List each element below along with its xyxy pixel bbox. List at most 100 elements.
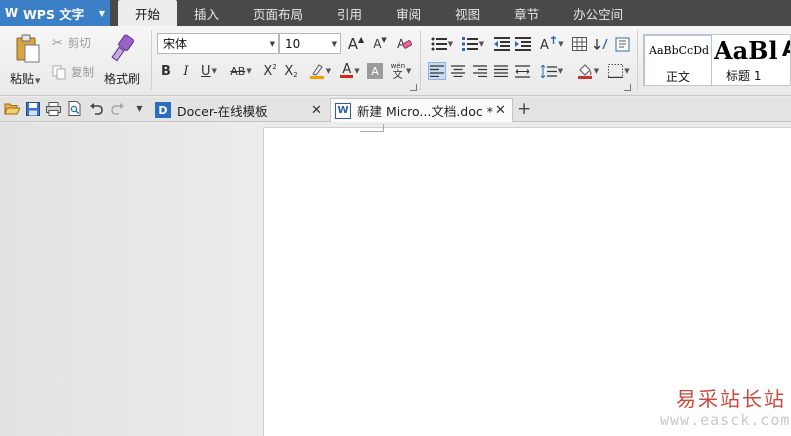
strikethrough-button[interactable]: AB ▼ <box>226 62 256 80</box>
tab-bar: ▼ D Docer-在线模板 ✕ W 新建 Micro...文档.doc * ✕… <box>0 97 791 122</box>
superscript-icon: X <box>263 63 273 79</box>
grow-font-button[interactable]: A ▲ <box>347 35 365 53</box>
customize-quick-access-button[interactable]: ▼ <box>131 100 148 117</box>
group-separator <box>420 30 421 90</box>
style-heading-2[interactable]: A <box>782 35 790 85</box>
print-button[interactable] <box>45 100 62 117</box>
shrink-font-button[interactable]: A ▼ <box>371 35 389 53</box>
chevron-down-icon: ▼ <box>478 40 485 48</box>
chevron-down-icon: ▼ <box>325 67 332 75</box>
underline-button[interactable]: U ▼ <box>197 62 221 80</box>
svg-text:A: A <box>540 38 549 52</box>
highlight-button[interactable]: ▼ <box>307 62 333 80</box>
doc-tab-docer[interactable]: D Docer-在线模板 ✕ <box>151 98 329 122</box>
open-button[interactable] <box>3 100 20 117</box>
tab-home[interactable]: 开始 <box>118 0 178 26</box>
tab-insert[interactable]: 插入 <box>177 0 236 26</box>
bullet-list-button[interactable]: ▼ <box>428 35 456 53</box>
close-icon[interactable]: ✕ <box>311 103 322 118</box>
bold-icon: B <box>161 63 171 79</box>
table-button[interactable] <box>570 35 588 53</box>
bullet-list-icon <box>431 37 447 51</box>
decrease-indent-button[interactable] <box>493 35 511 53</box>
align-right-button[interactable] <box>471 62 489 80</box>
style-normal-preview: AaBbCcDd <box>649 44 710 57</box>
close-icon[interactable]: ✕ <box>495 103 506 118</box>
copy-button[interactable]: 复制 <box>52 64 94 80</box>
font-name-combo[interactable]: 宋体 ▼ <box>157 33 279 54</box>
format-painter-label: 格式刷 <box>104 72 141 86</box>
app-menu-button[interactable]: W WPS 文字 ▼ <box>0 0 110 26</box>
cut-button[interactable]: ✂ 剪切 <box>52 35 91 51</box>
paste-label: 粘贴 <box>10 72 35 86</box>
chevron-down-icon: ▼ <box>136 104 143 113</box>
show-hide-marks-button[interactable] <box>613 35 631 53</box>
align-center-icon <box>451 65 465 77</box>
underline-icon: U <box>201 63 211 79</box>
sort-button[interactable] <box>592 35 610 53</box>
distributed-align-button[interactable] <box>513 62 531 80</box>
tab-chapter[interactable]: 章节 <box>497 0 556 26</box>
font-color-button[interactable]: A ▼ <box>337 62 363 80</box>
doc-tab-title: 新建 Micro...文档.doc * <box>357 104 493 119</box>
new-tab-button[interactable]: + <box>517 99 531 119</box>
redo-icon <box>110 102 124 115</box>
justify-button[interactable] <box>492 62 510 80</box>
font-dialog-launcher[interactable] <box>410 84 417 91</box>
bold-button[interactable]: B <box>157 62 175 80</box>
tab-page-layout[interactable]: 页面布局 <box>236 0 320 26</box>
phonetic-char: 文 <box>392 70 403 81</box>
tab-review[interactable]: 审阅 <box>379 0 438 26</box>
clear-format-button[interactable]: A <box>395 35 413 53</box>
borders-button[interactable]: ▼ <box>605 62 633 80</box>
style-normal[interactable]: AaBbCcDd 正文 <box>644 35 712 85</box>
font-color-icon: A <box>342 62 352 77</box>
margin-corner-mark <box>383 124 384 132</box>
tab-view[interactable]: 视图 <box>438 0 497 26</box>
increase-indent-icon <box>515 37 531 51</box>
superscript-button[interactable]: X2 <box>261 62 279 80</box>
print-preview-button[interactable] <box>66 100 83 117</box>
paragraph-dialog-launcher[interactable] <box>624 84 631 91</box>
line-spacing-button[interactable]: ▼ <box>538 62 566 80</box>
paste-button[interactable]: 粘贴▼ <box>8 32 48 88</box>
italic-button[interactable]: I <box>177 62 195 80</box>
word-doc-icon: W <box>335 102 351 119</box>
chevron-down-icon: ▼ <box>406 67 412 75</box>
font-color-swatch <box>340 75 354 78</box>
highlighter-icon <box>309 63 324 79</box>
chevron-down-icon: ▼ <box>98 8 105 18</box>
phonetic-guide-button[interactable]: wén 文 ▼ <box>387 60 415 82</box>
menu-bar: W WPS 文字 ▼ 开始 插入 页面布局 引用 审阅 视图 章节 办公空间 <box>0 0 791 26</box>
group-separator <box>151 30 152 90</box>
paint-bucket-icon <box>577 64 592 79</box>
up-arrow-icon: ▲ <box>358 35 365 44</box>
format-painter-button[interactable]: 格式刷 <box>102 32 144 88</box>
chevron-down-icon: ▼ <box>593 67 600 75</box>
margin-corner-mark <box>360 131 383 132</box>
shading-button[interactable]: ▼ <box>574 62 602 80</box>
align-left-button[interactable] <box>428 62 446 80</box>
subscript-button[interactable]: X2 <box>282 62 300 80</box>
document-workspace <box>0 123 791 436</box>
numbered-list-button[interactable]: ▼ <box>459 35 487 53</box>
tab-references[interactable]: 引用 <box>320 0 379 26</box>
redo-button[interactable] <box>109 100 126 117</box>
chevron-down-icon: ▼ <box>624 67 630 75</box>
chinese-layout-button[interactable]: A ▼ <box>538 35 566 53</box>
justify-icon <box>494 65 508 77</box>
tab-office-space[interactable]: 办公空间 <box>556 0 640 26</box>
watermark-url: www.easck.com <box>660 411 791 429</box>
increase-indent-button[interactable] <box>514 35 532 53</box>
align-center-button[interactable] <box>449 62 467 80</box>
paragraph-marks-icon <box>615 37 629 51</box>
strikethrough-icon: AB <box>230 64 246 78</box>
undo-button[interactable] <box>87 100 104 117</box>
font-size-combo[interactable]: 10 ▼ <box>279 33 341 54</box>
doc-tab-current-document[interactable]: W 新建 Micro...文档.doc * ✕ <box>330 98 513 122</box>
group-separator <box>637 30 638 90</box>
save-button[interactable] <box>24 100 41 117</box>
style-gallery: AaBbCcDd 正文 AaBl 标题 1 A <box>643 34 791 86</box>
style-heading-1[interactable]: AaBl 标题 1 <box>713 35 783 85</box>
char-shading-button[interactable]: A <box>367 63 383 79</box>
